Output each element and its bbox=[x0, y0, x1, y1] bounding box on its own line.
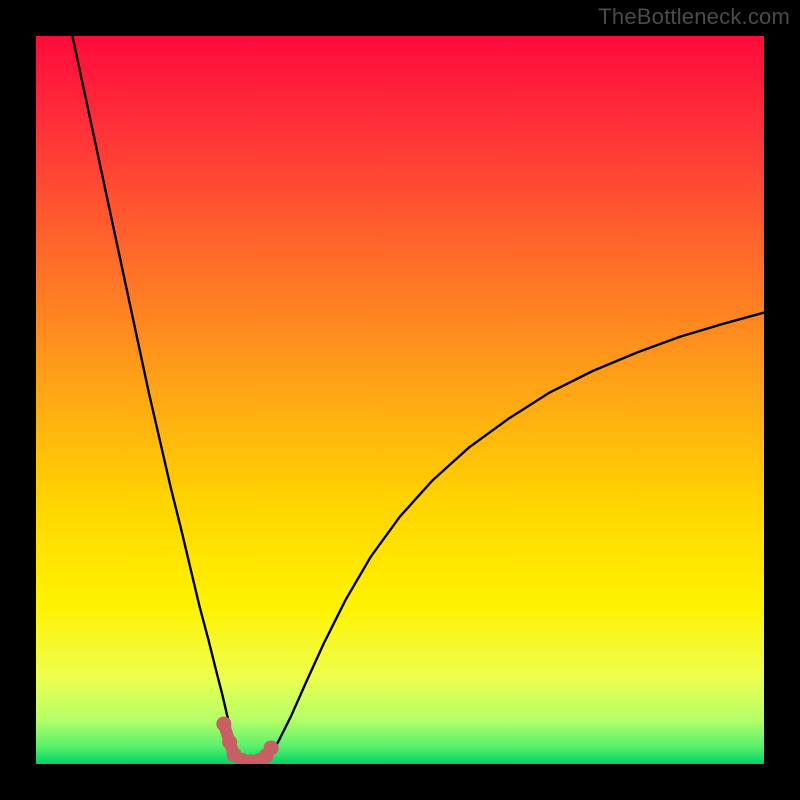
marker-dot bbox=[216, 716, 231, 731]
gradient-background bbox=[36, 36, 764, 764]
chart-frame: TheBottleneck.com bbox=[0, 0, 800, 800]
marker-dot bbox=[264, 740, 279, 755]
watermark-text: TheBottleneck.com bbox=[598, 4, 790, 30]
chart-svg bbox=[36, 36, 764, 764]
plot-area bbox=[36, 36, 764, 764]
